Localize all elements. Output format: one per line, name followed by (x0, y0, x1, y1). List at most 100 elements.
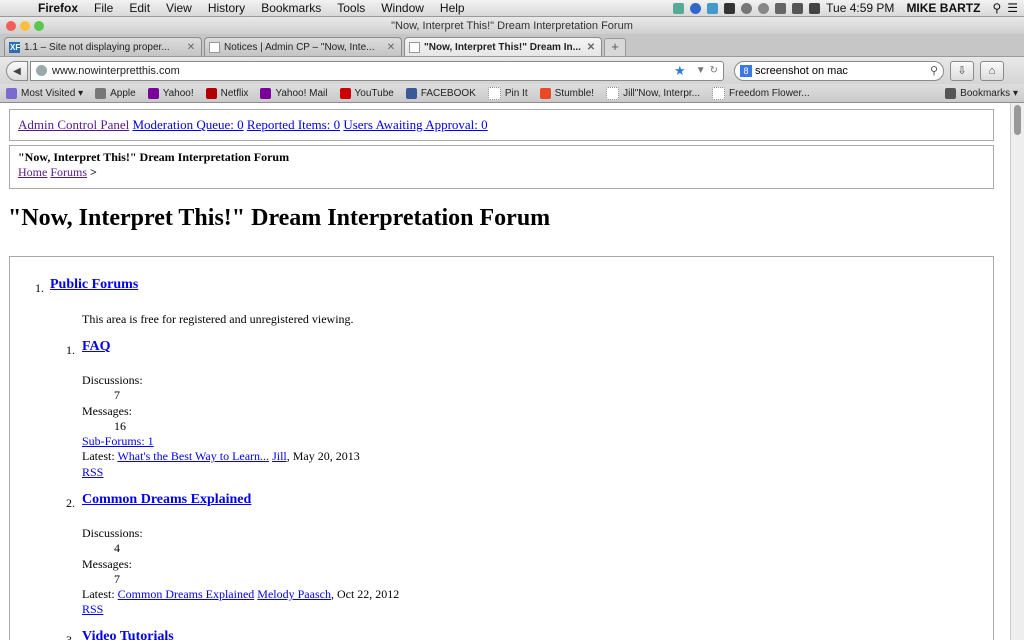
users-awaiting-approval-link[interactable]: Users Awaiting Approval: 0 (343, 117, 487, 132)
forum-video-tutorials-link[interactable]: Video Tutorials (82, 629, 174, 640)
bluetooth-icon[interactable] (775, 2, 787, 14)
discussions-label: Discussions: (82, 373, 143, 387)
category-number: 1. (35, 281, 44, 295)
zoom-window-icon[interactable] (34, 20, 44, 31)
scrollbar-thumb[interactable] (1014, 105, 1021, 135)
messages-label: Messages: (82, 404, 132, 418)
site-title: "Now, Interpret This!" Dream Interpretat… (18, 150, 290, 164)
close-window-icon[interactable] (6, 20, 16, 31)
volume-icon[interactable] (809, 2, 821, 14)
close-tab-icon[interactable]: ✕ (385, 42, 397, 53)
menubar-clock[interactable]: Tue 4:59 PM (826, 1, 894, 15)
new-tab-button[interactable]: + (604, 38, 626, 56)
back-button[interactable]: ◀ (6, 60, 28, 81)
bookmark-apple[interactable]: Apple (95, 87, 136, 99)
tab-bar: XF 1.1 – Site not displaying proper... ✕… (0, 34, 1024, 57)
rss-link[interactable]: RSS (82, 465, 103, 480)
menu-bookmarks[interactable]: Bookmarks (253, 1, 329, 15)
reported-items-link[interactable]: Reported Items: 0 (247, 117, 340, 132)
search-icon[interactable]: ⚲ (930, 64, 938, 77)
globe-icon (36, 65, 47, 76)
latest-label: Latest: (82, 449, 115, 463)
bookmark-label: Most Visited (21, 87, 76, 99)
bookmark-facebook[interactable]: FACEBOOK (405, 87, 476, 99)
admin-control-panel-link[interactable]: Admin Control Panel (18, 117, 129, 132)
latest-thread-link[interactable]: What's the Best Way to Learn... (117, 449, 269, 463)
notification-center-icon[interactable]: ☰ (1007, 1, 1018, 15)
bookmark-label: Netflix (220, 87, 249, 99)
bookmarks-menu-button[interactable]: Bookmarks ▾ (945, 87, 1018, 99)
menu-edit[interactable]: Edit (121, 1, 158, 15)
bookmark-freedom-flower[interactable]: Freedom Flower... (712, 86, 810, 100)
vertical-scrollbar[interactable] (1010, 103, 1024, 640)
tray-phone-icon[interactable] (741, 2, 753, 14)
downloads-button[interactable]: ⇩ (950, 60, 974, 81)
forum-faq-link[interactable]: FAQ (82, 339, 111, 355)
url-bar[interactable]: www.nowinterpretthis.com ★ ▼ ↻ (30, 60, 724, 81)
reload-icon[interactable]: ↻ (710, 65, 718, 76)
bookmark-label: YouTube (354, 87, 394, 99)
home-button[interactable]: ⌂ (980, 60, 1004, 81)
latest-thread-link[interactable]: Common Dreams Explained (118, 587, 255, 601)
url-value[interactable]: www.nowinterpretthis.com (52, 65, 674, 77)
rss-link[interactable]: RSS (82, 602, 103, 617)
google-search-engine-icon[interactable]: 8 (740, 64, 752, 77)
bookmark-label: Yahoo! Mail (275, 87, 328, 99)
search-input[interactable]: screenshot on mac (755, 65, 930, 77)
menu-app-name[interactable]: Firefox (30, 1, 86, 15)
messages-label: Messages: (82, 557, 132, 571)
bookmark-jill-forum[interactable]: Jill"Now, Interpr... (606, 86, 700, 100)
menu-file[interactable]: File (86, 1, 121, 15)
page-favicon-icon (409, 41, 420, 53)
breadcrumb-forums-link[interactable]: Forums (50, 165, 87, 179)
breadcrumb-separator: > (90, 165, 97, 179)
search-box[interactable]: 8 screenshot on mac ⚲ (734, 60, 944, 81)
wifi-icon[interactable] (792, 2, 804, 14)
menu-tools[interactable]: Tools (329, 1, 373, 15)
menu-window[interactable]: Window (373, 1, 432, 15)
bookmarks-menu-icon (945, 87, 957, 99)
window-title: "Now, Interpret This!" Dream Interpretat… (391, 19, 633, 32)
tab-label: "Now, Interpret This!" Dream In... (424, 41, 581, 53)
forum-number: 1. (66, 343, 75, 357)
latest-user-link[interactable]: Melody Paasch (257, 587, 331, 601)
bookmark-yahoo-mail[interactable]: Yahoo! Mail (260, 87, 328, 99)
tab-admin-notices[interactable]: Notices | Admin CP – "Now, Inte... ✕ (204, 37, 402, 56)
spotlight-icon[interactable]: ⚲ (992, 1, 1001, 15)
latest-user-link[interactable]: Jill (272, 449, 287, 463)
sub-forums-link[interactable]: Sub-Forums: 1 (82, 434, 154, 449)
bookmark-pin-it[interactable]: Pin It (487, 86, 528, 100)
bookmark-netflix[interactable]: Netflix (205, 87, 249, 99)
forum-number: 2. (66, 496, 75, 510)
minimize-window-icon[interactable] (20, 20, 30, 31)
xenforo-favicon-icon: XF (9, 41, 21, 53)
forum-common-dreams-link[interactable]: Common Dreams Explained (82, 492, 251, 508)
tray-money-icon[interactable] (724, 2, 736, 14)
mac-menubar: Firefox File Edit View History Bookmarks… (0, 0, 1024, 17)
youtube-icon (339, 87, 351, 99)
menu-history[interactable]: History (200, 1, 253, 15)
tray-dropbox-icon[interactable] (690, 2, 702, 14)
close-tab-icon[interactable]: ✕ (185, 42, 197, 53)
close-tab-icon[interactable]: ✕ (585, 42, 597, 53)
bookmark-youtube[interactable]: YouTube (339, 87, 394, 99)
page-title: "Now, Interpret This!" Dream Interpretat… (8, 205, 551, 231)
tray-sync-icon[interactable] (707, 2, 719, 14)
tab-xenforo-support[interactable]: XF 1.1 – Site not displaying proper... ✕ (4, 37, 202, 56)
tab-forum-active[interactable]: "Now, Interpret This!" Dream In... ✕ (404, 37, 602, 56)
menu-help[interactable]: Help (432, 1, 473, 15)
breadcrumb-home-link[interactable]: Home (18, 165, 47, 179)
moderation-queue-link[interactable]: Moderation Queue: 0 (132, 117, 243, 132)
bookmark-most-visited[interactable]: Most Visited ▾ (6, 87, 83, 99)
menu-view[interactable]: View (158, 1, 200, 15)
bookmark-yahoo[interactable]: Yahoo! (147, 87, 194, 99)
url-dropdown-icon[interactable]: ▼ (696, 65, 706, 76)
menubar-user[interactable]: MIKE BARTZ (906, 1, 980, 15)
bookmark-label: Yahoo! (162, 87, 194, 99)
time-machine-icon[interactable] (758, 2, 770, 14)
bookmark-star-icon[interactable]: ★ (674, 63, 686, 79)
tray-app-icon[interactable] (673, 2, 685, 14)
category-public-forums-link[interactable]: Public Forums (50, 277, 138, 293)
bookmark-stumble[interactable]: Stumble! (539, 87, 594, 99)
apple-icon (95, 87, 107, 99)
